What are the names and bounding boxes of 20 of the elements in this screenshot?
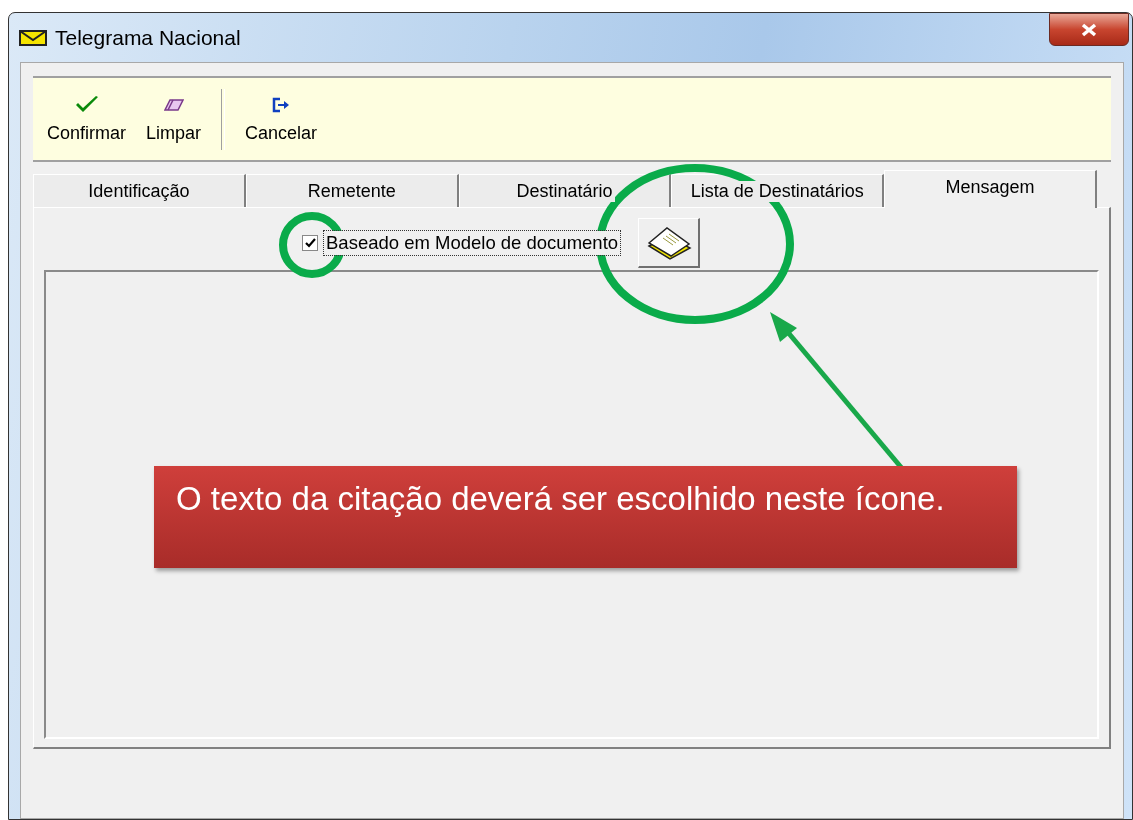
envelope-icon bbox=[19, 29, 47, 46]
tab[interactable]: Destinatário bbox=[458, 174, 672, 208]
window-title: Telegrama Nacional bbox=[55, 25, 241, 50]
tab[interactable]: Remetente bbox=[245, 174, 459, 208]
checkmark-icon bbox=[74, 94, 99, 115]
eraser-icon bbox=[163, 97, 184, 112]
documents-icon bbox=[645, 225, 692, 260]
checkbox-label: Baseado em Modelo de documento bbox=[324, 231, 621, 255]
close-button[interactable] bbox=[1049, 13, 1129, 46]
tab[interactable]: Lista de Destinatários bbox=[671, 174, 885, 208]
checkbox[interactable] bbox=[302, 235, 318, 251]
callout-text: O texto da citação deverá ser escolhido neste ícone. bbox=[176, 480, 945, 518]
confirm-button[interactable]: Confirmar bbox=[37, 88, 136, 150]
close-icon bbox=[1080, 22, 1098, 37]
cancel-button[interactable]: Cancelar bbox=[235, 88, 328, 150]
template-button[interactable] bbox=[638, 218, 701, 268]
tab[interactable]: Mensagem bbox=[884, 170, 1097, 208]
tab[interactable]: Identificação bbox=[33, 174, 246, 208]
clear-button[interactable]: Limpar bbox=[136, 88, 212, 150]
check-icon bbox=[304, 238, 316, 248]
